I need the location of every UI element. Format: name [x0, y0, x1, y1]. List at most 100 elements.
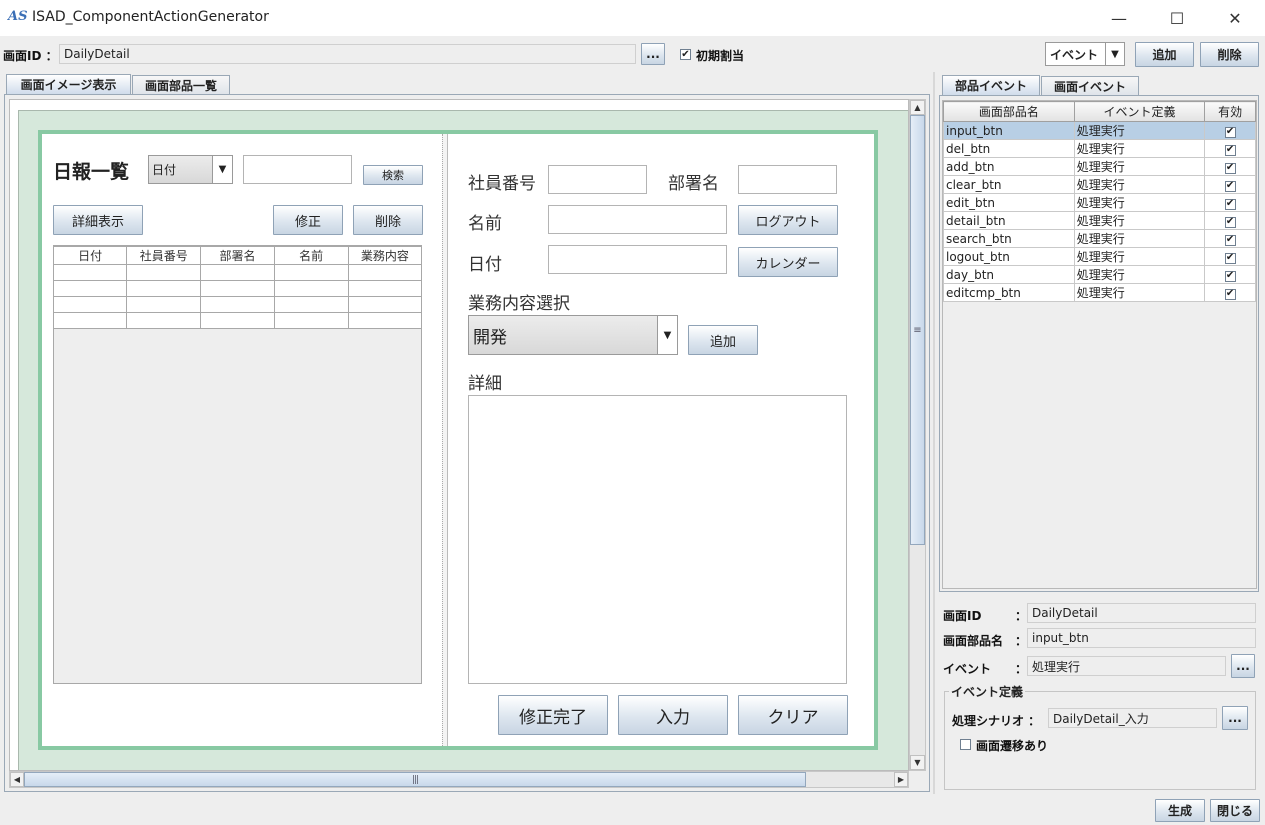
- event-definition[interactable]: 処理実行: [1073, 157, 1206, 176]
- task-combo[interactable]: 開発 ▼: [468, 315, 678, 355]
- event-enabled-cell[interactable]: ✔: [1204, 139, 1256, 158]
- scenario-browse-button[interactable]: ...: [1222, 706, 1248, 730]
- maximize-button[interactable]: ☐: [1148, 0, 1206, 36]
- event-enabled-cell[interactable]: ✔: [1204, 157, 1256, 176]
- event-enabled-cell[interactable]: ✔: [1204, 121, 1256, 140]
- screen-transition-checkbox[interactable]: [960, 739, 971, 750]
- name-input[interactable]: [548, 205, 727, 234]
- event-enabled-cell[interactable]: ✔: [1204, 193, 1256, 212]
- event-enabled-cell[interactable]: ✔: [1204, 265, 1256, 284]
- enabled-checkbox[interactable]: ✔: [1224, 216, 1236, 228]
- event-enabled-cell[interactable]: ✔: [1204, 229, 1256, 248]
- add-button[interactable]: 追加: [1135, 42, 1194, 67]
- delete-button[interactable]: 削除: [1200, 42, 1259, 67]
- event-part-name[interactable]: del_btn: [943, 139, 1075, 158]
- event-col-event-def[interactable]: イベント定義: [1073, 101, 1206, 122]
- enabled-checkbox[interactable]: ✔: [1224, 162, 1236, 174]
- table-row[interactable]: edit_btn 処理実行 ✔: [943, 193, 1256, 212]
- table-row[interactable]: detail_btn 処理実行 ✔: [943, 211, 1256, 230]
- event-part-name[interactable]: search_btn: [943, 229, 1075, 248]
- detail-part-name-field[interactable]: input_btn: [1027, 628, 1256, 648]
- enabled-checkbox[interactable]: ✔: [1224, 252, 1236, 264]
- enabled-checkbox[interactable]: ✔: [1224, 234, 1236, 246]
- grid-header-emp-no[interactable]: 社員番号: [126, 246, 202, 265]
- event-enabled-cell[interactable]: ✔: [1204, 247, 1256, 266]
- table-row[interactable]: logout_btn 処理実行 ✔: [943, 247, 1256, 266]
- grid-header-name[interactable]: 名前: [273, 246, 349, 265]
- detail-textarea[interactable]: [468, 395, 847, 684]
- tab-part-events[interactable]: 部品イベント: [942, 75, 1040, 95]
- event-type-select[interactable]: イベント ▼: [1045, 42, 1125, 66]
- event-part-name[interactable]: detail_btn: [943, 211, 1075, 230]
- event-col-part-name[interactable]: 画面部品名: [943, 101, 1075, 122]
- event-part-name[interactable]: clear_btn: [943, 175, 1075, 194]
- initial-assign-checkbox[interactable]: ✔: [680, 49, 691, 60]
- search-input[interactable]: [243, 155, 352, 184]
- table-row[interactable]: [52, 312, 423, 329]
- enabled-checkbox[interactable]: ✔: [1224, 198, 1236, 210]
- enabled-checkbox[interactable]: ✔: [1224, 288, 1236, 300]
- event-part-name[interactable]: edit_btn: [943, 193, 1075, 212]
- table-row[interactable]: add_btn 処理実行 ✔: [943, 157, 1256, 176]
- main-split-divider[interactable]: [933, 72, 935, 794]
- enabled-checkbox[interactable]: ✔: [1224, 126, 1236, 138]
- table-row[interactable]: del_btn 処理実行 ✔: [943, 139, 1256, 158]
- event-enabled-cell[interactable]: ✔: [1204, 175, 1256, 194]
- enabled-checkbox[interactable]: ✔: [1224, 270, 1236, 282]
- event-definition[interactable]: 処理実行: [1073, 265, 1206, 284]
- event-part-name[interactable]: editcmp_btn: [943, 283, 1075, 302]
- table-row[interactable]: [52, 280, 423, 297]
- edit-button[interactable]: 修正: [273, 205, 343, 235]
- detail-screen-id-field[interactable]: DailyDetail: [1027, 603, 1256, 623]
- input-button[interactable]: 入力: [618, 695, 728, 735]
- event-definition[interactable]: 処理実行: [1073, 211, 1206, 230]
- event-definition[interactable]: 処理実行: [1073, 283, 1206, 302]
- edit-complete-button[interactable]: 修正完了: [498, 695, 608, 735]
- event-browse-button[interactable]: ...: [1231, 654, 1255, 678]
- event-enabled-cell[interactable]: ✔: [1204, 211, 1256, 230]
- detail-event-field[interactable]: 処理実行: [1027, 656, 1226, 676]
- event-definition[interactable]: 処理実行: [1073, 121, 1206, 140]
- table-row[interactable]: clear_btn 処理実行 ✔: [943, 175, 1256, 194]
- date-input[interactable]: [548, 245, 727, 274]
- vertical-scroll-thumb[interactable]: ≡: [910, 115, 925, 545]
- event-definition[interactable]: 処理実行: [1073, 247, 1206, 266]
- tab-screen-image[interactable]: 画面イメージ表示: [6, 74, 131, 94]
- emp-no-input[interactable]: [548, 165, 647, 194]
- enabled-checkbox[interactable]: ✔: [1224, 144, 1236, 156]
- search-type-combo[interactable]: 日付 ▼: [148, 155, 233, 184]
- event-part-name[interactable]: day_btn: [943, 265, 1075, 284]
- calendar-button[interactable]: カレンダー: [738, 247, 838, 277]
- table-row[interactable]: editcmp_btn 処理実行 ✔: [943, 283, 1256, 302]
- close-window-button[interactable]: ✕: [1206, 0, 1264, 36]
- grid-header-dept[interactable]: 部署名: [200, 246, 275, 265]
- scroll-right-icon[interactable]: ▶: [894, 772, 908, 787]
- screen-id-browse-button[interactable]: ...: [641, 43, 665, 65]
- search-button[interactable]: 検索: [363, 165, 423, 185]
- scenario-field[interactable]: DailyDetail_入力: [1048, 708, 1217, 728]
- event-col-enabled[interactable]: 有効: [1204, 101, 1256, 122]
- preview-delete-button[interactable]: 削除: [353, 205, 423, 235]
- scroll-down-icon[interactable]: ▼: [910, 755, 925, 770]
- scroll-up-icon[interactable]: ▲: [910, 100, 925, 115]
- event-definition[interactable]: 処理実行: [1073, 175, 1206, 194]
- grid-header-task[interactable]: 業務内容: [347, 246, 423, 265]
- table-row[interactable]: search_btn 処理実行 ✔: [943, 229, 1256, 248]
- detail-view-button[interactable]: 詳細表示: [53, 205, 143, 235]
- table-row[interactable]: input_btn 処理実行 ✔: [943, 121, 1256, 140]
- scroll-left-icon[interactable]: ◀: [10, 772, 24, 787]
- event-enabled-cell[interactable]: ✔: [1204, 283, 1256, 302]
- event-part-name[interactable]: input_btn: [943, 121, 1075, 140]
- clear-button[interactable]: クリア: [738, 695, 848, 735]
- generate-button[interactable]: 生成: [1155, 799, 1205, 822]
- table-row[interactable]: day_btn 処理実行 ✔: [943, 265, 1256, 284]
- event-part-name[interactable]: add_btn: [943, 157, 1075, 176]
- close-button[interactable]: 閉じる: [1210, 799, 1260, 822]
- horizontal-scroll-thumb[interactable]: |||: [24, 772, 806, 787]
- event-definition[interactable]: 処理実行: [1073, 193, 1206, 212]
- table-row[interactable]: [52, 264, 423, 281]
- event-definition[interactable]: 処理実行: [1073, 139, 1206, 158]
- dept-input[interactable]: [738, 165, 837, 194]
- screen-id-field[interactable]: DailyDetail: [59, 44, 636, 64]
- minimize-button[interactable]: —: [1090, 0, 1148, 36]
